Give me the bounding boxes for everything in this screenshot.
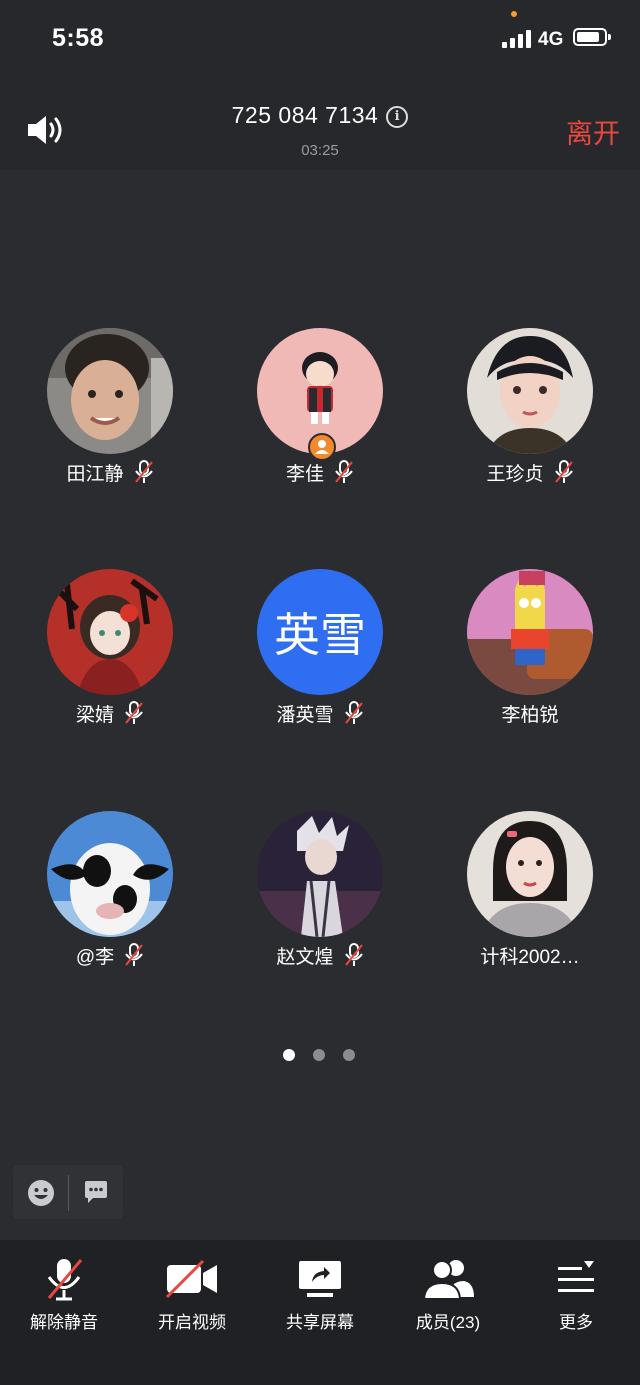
- share-screen-button[interactable]: 共享屏幕: [256, 1252, 384, 1333]
- participant-name: 田江静: [66, 464, 124, 485]
- participant-tile[interactable]: 计科2002…: [430, 811, 630, 973]
- mic-muted-icon: [125, 701, 143, 724]
- video-off-icon: [165, 1259, 217, 1299]
- status-bar: 5:58 4G: [0, 0, 640, 80]
- participant-name: 梁婧: [75, 705, 114, 726]
- meeting-header: 725 084 7134 i 03:25 离开: [0, 80, 640, 170]
- page-dot-2[interactable]: [313, 1049, 325, 1061]
- avatar: [47, 328, 173, 454]
- meeting-id-row[interactable]: 725 084 7134 i: [0, 102, 640, 129]
- more-label: 更多: [559, 1313, 593, 1332]
- start-video-button[interactable]: 开启视频: [128, 1252, 256, 1333]
- chat-icon[interactable]: [83, 1179, 109, 1205]
- members-label: 成员(23): [415, 1313, 481, 1332]
- participant-tile[interactable]: 赵文煌: [220, 811, 420, 973]
- participant-name: 王珍贞: [486, 464, 544, 485]
- participant-tile[interactable]: 梁婧: [10, 569, 210, 731]
- mic-muted-icon: [344, 701, 363, 724]
- divider: [68, 1175, 69, 1211]
- meeting-id: 725 084 7134: [231, 102, 379, 128]
- more-menu-icon: [558, 1261, 594, 1292]
- page-indicator[interactable]: [283, 1048, 373, 1066]
- share-screen-icon: [299, 1261, 341, 1297]
- avatar: [467, 569, 593, 695]
- mic-in-use-indicator: [511, 11, 517, 17]
- avatar: 英雪: [257, 569, 383, 695]
- participant-tile[interactable]: 李柏锐: [430, 569, 630, 731]
- participant-tile[interactable]: 王珍贞: [430, 328, 630, 490]
- network-type: 4G: [538, 29, 564, 50]
- participant-name: 李柏锐: [501, 705, 559, 726]
- unmute-label: 解除静音: [30, 1313, 98, 1332]
- participant-name: 李佳: [285, 464, 324, 485]
- reaction-bar: [13, 1165, 123, 1219]
- mic-muted-icon: [554, 460, 573, 483]
- clock: 5:58: [52, 24, 105, 52]
- mic-muted-icon: [344, 943, 363, 966]
- avatar: [467, 328, 593, 454]
- meeting-timer: 03:25: [301, 142, 339, 159]
- members-icon: [422, 1260, 474, 1300]
- page-dot-1[interactable]: [283, 1049, 295, 1061]
- start-video-label: 开启视频: [158, 1313, 226, 1332]
- bottom-toolbar: 解除静音 开启视频 共享屏幕 成员(23) 更多: [0, 1240, 640, 1385]
- participant-tile[interactable]: 英雪 潘英雪: [220, 569, 420, 731]
- signal-icon: [502, 30, 532, 48]
- avatar: [47, 811, 173, 937]
- unmute-button[interactable]: 解除静音: [0, 1252, 128, 1333]
- participant-tile[interactable]: @李: [10, 811, 210, 973]
- host-icon: [315, 440, 329, 454]
- mic-muted-icon: [125, 943, 143, 966]
- mic-muted-icon: [134, 460, 153, 483]
- mic-muted-icon: [47, 1259, 83, 1301]
- battery-icon: [573, 28, 611, 46]
- share-screen-label: 共享屏幕: [286, 1313, 354, 1332]
- emoji-icon[interactable]: [27, 1179, 55, 1207]
- participant-tile[interactable]: 田江静: [10, 328, 210, 490]
- participant-name: @李: [75, 947, 115, 968]
- participant-name: 潘英雪: [276, 705, 334, 726]
- avatar: [257, 811, 383, 937]
- mic-muted-icon: [335, 460, 353, 483]
- participant-name: 计科2002…: [480, 947, 580, 968]
- page-dot-3[interactable]: [343, 1049, 355, 1061]
- leave-button[interactable]: 离开: [566, 112, 620, 151]
- participant-name: 赵文煌: [276, 947, 334, 968]
- participant-tile[interactable]: 李佳: [220, 328, 420, 490]
- more-button[interactable]: 更多: [512, 1252, 640, 1333]
- members-button[interactable]: 成员(23): [384, 1252, 512, 1333]
- info-icon[interactable]: i: [386, 106, 409, 128]
- host-badge: [308, 433, 336, 461]
- avatar: [47, 569, 173, 695]
- avatar: [467, 811, 593, 937]
